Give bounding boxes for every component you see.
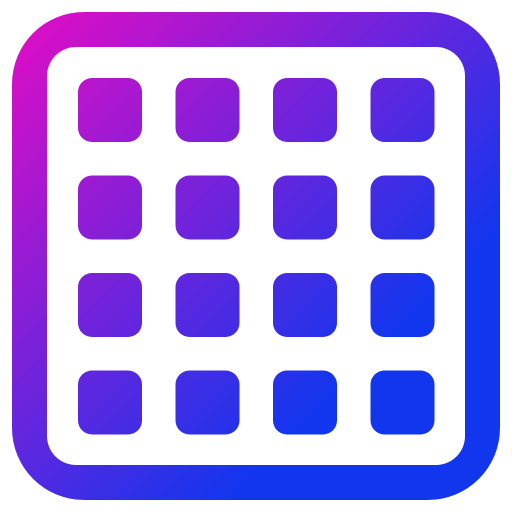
grid-cell bbox=[370, 78, 435, 142]
grid-icon bbox=[12, 12, 500, 500]
grid-cell bbox=[175, 175, 240, 240]
grid-cell bbox=[78, 175, 142, 240]
grid-cell bbox=[370, 175, 435, 240]
grid-cells bbox=[78, 78, 435, 435]
grid-cell bbox=[273, 175, 337, 240]
grid-cell bbox=[78, 370, 142, 435]
grid-cell bbox=[273, 370, 337, 435]
grid-cell bbox=[175, 370, 240, 435]
grid-cell bbox=[78, 273, 142, 337]
grid-cell bbox=[273, 78, 337, 142]
grid-cell bbox=[273, 273, 337, 337]
grid-cell bbox=[175, 273, 240, 337]
grid-cell bbox=[370, 370, 435, 435]
icon-canvas bbox=[0, 0, 512, 512]
grid-cell bbox=[78, 78, 142, 142]
grid-cell bbox=[175, 78, 240, 142]
grid-cell bbox=[370, 273, 435, 337]
